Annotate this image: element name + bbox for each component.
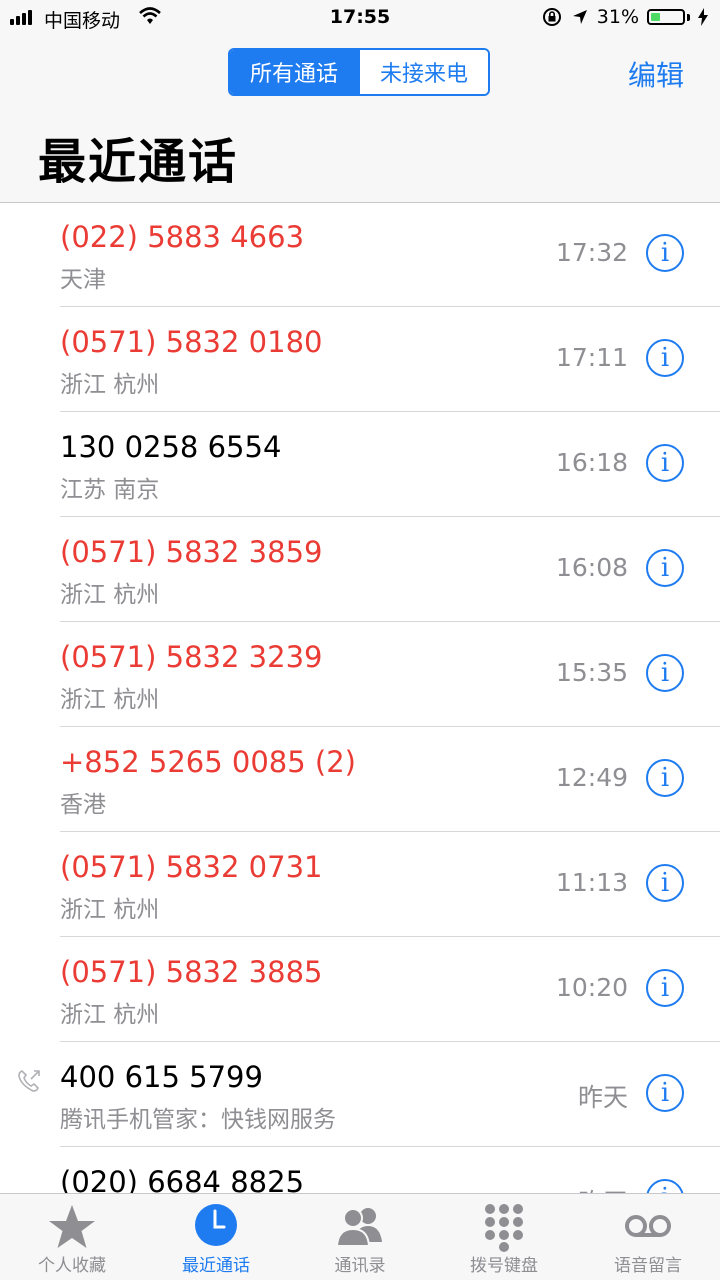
caller-number: (0571) 5832 3885 [60,955,323,989]
caller-location: 天津 [60,267,106,293]
info-icon[interactable]: i [646,339,684,377]
caller-location: 浙江 杭州 [60,582,160,608]
clock-icon [195,1204,237,1246]
call-time: 11:13 [555,868,628,897]
call-time: 10:20 [555,973,628,1002]
tab-label: 拨号键盘 [470,1256,538,1276]
caller-location: 浙江 杭州 [60,372,160,398]
call-row[interactable]: (0571) 5832 3239 浙江 杭州 15:35 i [60,622,720,727]
call-time: 昨天 [577,1083,628,1112]
caller-number: (022) 5883 4663 [60,220,305,254]
call-time: 12:49 [555,763,628,792]
caller-number: (0571) 5832 3239 [60,640,323,674]
call-time: 16:08 [555,553,628,582]
info-icon[interactable]: i [646,444,684,482]
battery-percent: 31% [596,6,639,28]
caller-location: 浙江 杭州 [60,687,160,713]
info-icon[interactable]: i [646,759,684,797]
outgoing-call-icon [18,1070,40,1092]
call-time: 15:35 [555,658,628,687]
segment-all-calls[interactable]: 所有通话 [230,50,358,94]
info-icon[interactable]: i [646,969,684,1007]
star-icon [49,1205,95,1248]
tab-favorites[interactable]: 个人收藏 [0,1194,144,1280]
page-title: 最近通话 [38,134,239,190]
tab-contacts[interactable]: 通讯录 [288,1194,432,1280]
battery-tip [687,13,690,21]
info-icon[interactable]: i [646,1074,684,1112]
caller-location: 浙江 杭州 [60,897,160,923]
caller-number: +852 5265 0085 (2) [60,745,356,779]
recents-list: (022) 5883 4663 天津 17:32 i (0571) 5832 0180 浙… [0,202,720,1252]
tab-recents[interactable]: 最近通话 [144,1194,288,1280]
tab-voicemail[interactable]: 语音留言 [576,1194,720,1280]
segment-missed-calls[interactable]: 未接来电 [358,50,488,94]
call-time: 16:18 [555,448,628,477]
tab-label: 语音留言 [614,1256,682,1276]
caller-location: 江苏 南京 [60,477,160,503]
contacts-icon [335,1208,382,1247]
caller-number: (0571) 5832 3859 [60,535,323,569]
call-row[interactable]: (022) 5883 4663 天津 17:32 i [60,202,720,307]
battery-level-fill [651,13,660,21]
tab-bar: 个人收藏 最近通话 通讯录 拨号键盘 语音留言 [0,1193,720,1280]
call-time: 17:32 [555,238,628,267]
location-arrow-icon [572,10,587,24]
battery-icon [647,9,685,25]
tab-label: 通讯录 [334,1256,386,1276]
caller-number: (0571) 5832 0180 [60,325,323,359]
call-row[interactable]: (0571) 5832 0731 浙江 杭州 11:13 i [60,832,720,937]
tab-label: 个人收藏 [38,1256,106,1276]
keypad-icon [485,1204,523,1252]
info-icon[interactable]: i [646,234,684,272]
charging-bolt-icon [698,8,708,26]
caller-location: 浙江 杭州 [60,1002,160,1028]
status-bar: 中国移动 17:55 31% [0,0,720,36]
call-row[interactable]: (0571) 5832 3859 浙江 杭州 16:08 i [60,517,720,622]
info-icon[interactable]: i [646,549,684,587]
tab-keypad[interactable]: 拨号键盘 [432,1194,576,1280]
call-row[interactable]: (0571) 5832 0180 浙江 杭州 17:11 i [60,307,720,412]
nav-header: 所有通话 未接来电 编辑 最近通话 [0,36,720,203]
call-row[interactable]: 400 615 5799 腾讯手机管家：快钱网服务 昨天 i [18,1042,720,1147]
orientation-lock-icon [542,8,561,26]
tab-label: 最近通话 [182,1256,250,1276]
call-row[interactable]: 130 0258 6554 江苏 南京 16:18 i [60,412,720,517]
caller-location: 腾讯手机管家：快钱网服务 [60,1107,336,1133]
caller-number: (0571) 5832 0731 [60,850,323,884]
info-icon[interactable]: i [646,654,684,692]
caller-number: 130 0258 6554 [60,430,282,464]
caller-number: 400 615 5799 [60,1060,263,1094]
edit-button[interactable]: 编辑 [628,54,684,94]
caller-location: 香港 [60,792,106,818]
call-time: 17:11 [555,343,628,372]
voicemail-icon [625,1215,671,1237]
call-filter-segmented-control: 所有通话 未接来电 [228,48,490,96]
info-icon[interactable]: i [646,864,684,902]
call-row[interactable]: +852 5265 0085 (2) 香港 12:49 i [60,727,720,832]
call-row[interactable]: (0571) 5832 3885 浙江 杭州 10:20 i [60,937,720,1042]
